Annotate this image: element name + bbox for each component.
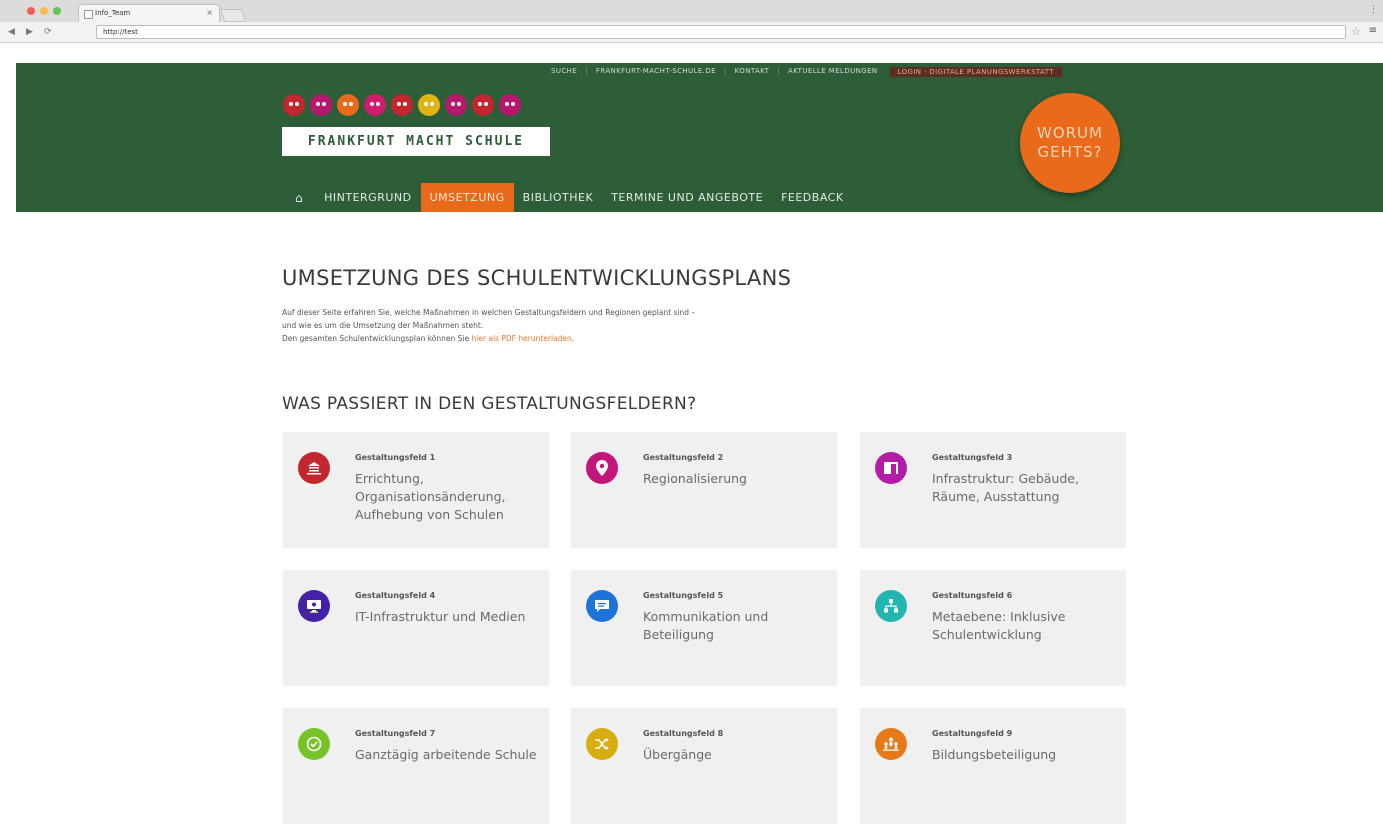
- school-building-icon: [298, 452, 330, 484]
- intro-line: und wie es um die Umsetzung der Maßnahme…: [282, 321, 484, 330]
- field-kicker: Gestaltungsfeld 9: [932, 729, 1013, 738]
- mascot-row: [283, 94, 521, 116]
- field-kicker: Gestaltungsfeld 2: [643, 453, 724, 462]
- nav-home[interactable]: ⌂: [283, 183, 315, 212]
- field-card[interactable]: Gestaltungsfeld 9 Bildungsbeteiligung: [860, 708, 1126, 824]
- section-title: WAS PASSIERT IN DEN GESTALTUNGSFELDERN?: [282, 394, 697, 414]
- top-navigation: SUCHE | FRANKFURT-MACHT-SCHULE.DE | KONT…: [551, 67, 1062, 77]
- close-tab-icon[interactable]: ×: [206, 8, 213, 17]
- map-pin-icon: [586, 452, 618, 484]
- field-card[interactable]: Gestaltungsfeld 4 IT-Infrastruktur und M…: [283, 570, 549, 686]
- page-title: UMSETZUNG DES SCHULENTWICKLUNGSPLANS: [282, 266, 792, 290]
- reload-icon[interactable]: ⟳: [44, 27, 52, 37]
- nav-hintergrund[interactable]: HINTERGRUND: [315, 183, 420, 212]
- nav-bibliothek[interactable]: BIBLIOTHEK: [514, 183, 603, 212]
- mascot-icon: [391, 94, 413, 116]
- browser-tab-bar: Info_Team × ⋮: [0, 0, 1383, 23]
- field-card[interactable]: Gestaltungsfeld 8 Übergänge: [571, 708, 837, 824]
- browser-menu-icon[interactable]: ≡: [1369, 25, 1377, 36]
- field-title: Bildungsbeteiligung: [932, 747, 1057, 762]
- page-icon: [84, 10, 93, 19]
- site-header: SUCHE | FRANKFURT-MACHT-SCHULE.DE | KONT…: [16, 63, 1383, 212]
- intro-line: Den gesamten Schulentwicklungsplan könne…: [282, 332, 842, 345]
- mascot-icon: [310, 94, 332, 116]
- field-card[interactable]: Gestaltungsfeld 6 Metaebene: Inklusive S…: [860, 570, 1126, 686]
- field-kicker: Gestaltungsfeld 8: [643, 729, 724, 738]
- mascot-icon: [364, 94, 386, 116]
- address-bar[interactable]: http://test: [96, 25, 1346, 39]
- mascot-icon: [418, 94, 440, 116]
- topnav-search[interactable]: SUCHE: [551, 67, 577, 77]
- site-logo[interactable]: FRANKFURT MACHT SCHULE: [282, 127, 550, 156]
- minimize-window-button[interactable]: [40, 7, 48, 15]
- intro-suffix: .: [571, 334, 575, 343]
- topnav-site[interactable]: FRANKFURT-MACHT-SCHULE.DE: [596, 67, 716, 77]
- nav-feedback[interactable]: FEEDBACK: [772, 183, 852, 212]
- browser-tab[interactable]: Info_Team ×: [78, 4, 220, 22]
- window-controls: [27, 7, 61, 15]
- window-resize-icon[interactable]: ⋮: [1369, 5, 1378, 15]
- hierarchy-icon: [875, 590, 907, 622]
- topnav-separator: |: [777, 67, 781, 75]
- door-icon: [875, 452, 907, 484]
- main-navigation: ⌂ HINTERGRUND UMSETZUNG BIBLIOTHEK TERMI…: [283, 183, 853, 212]
- warum-line2: GEHTS?: [1037, 143, 1103, 161]
- intro-prefix: Den gesamten Schulentwicklungsplan könne…: [282, 334, 472, 343]
- mascot-icon: [445, 94, 467, 116]
- browser-toolbar: ◀ ▶ ⟳ http://test ☆ ≡: [0, 22, 1383, 43]
- warum-line1: WORUM: [1037, 124, 1103, 142]
- warum-gehts-badge[interactable]: WORUM GEHTS?: [1020, 93, 1120, 193]
- mascot-icon: [337, 94, 359, 116]
- field-kicker: Gestaltungsfeld 1: [355, 453, 436, 462]
- topnav-contact[interactable]: KONTAKT: [735, 67, 770, 77]
- field-kicker: Gestaltungsfeld 6: [932, 591, 1013, 600]
- people-icon: [875, 728, 907, 760]
- field-kicker: Gestaltungsfeld 5: [643, 591, 724, 600]
- field-card[interactable]: Gestaltungsfeld 5 Kommunikation und Bete…: [571, 570, 837, 686]
- mascot-icon: [499, 94, 521, 116]
- clock-icon: [298, 728, 330, 760]
- field-title: Kommunikation und Beteiligung: [643, 609, 769, 642]
- browser-tab-title: Info_Team: [95, 9, 131, 17]
- topnav-news[interactable]: AKTUELLE MELDUNGEN: [788, 67, 878, 77]
- mascot-icon: [472, 94, 494, 116]
- field-title: Regionalisierung: [643, 471, 747, 486]
- field-title: Metaebene: Inklusive Schulentwicklung: [932, 609, 1066, 642]
- back-icon[interactable]: ◀: [8, 27, 15, 37]
- field-title: Errichtung, Organisationsänderung, Aufhe…: [355, 471, 506, 522]
- intro-text: Auf dieser Seite erfahren Sie, welche Ma…: [282, 306, 842, 345]
- field-title: IT-Infrastruktur und Medien: [355, 609, 526, 624]
- field-kicker: Gestaltungsfeld 7: [355, 729, 436, 738]
- monitor-icon: [298, 590, 330, 622]
- nav-umsetzung[interactable]: UMSETZUNG: [420, 183, 514, 212]
- field-kicker: Gestaltungsfeld 4: [355, 591, 436, 600]
- field-title: Infrastruktur: Gebäude, Räume, Ausstattu…: [932, 471, 1079, 504]
- url-text: http://test: [103, 28, 138, 36]
- field-title: Ganztägig arbeitende Schule: [355, 747, 537, 762]
- field-title: Übergänge: [643, 747, 712, 762]
- zoom-window-button[interactable]: [53, 7, 61, 15]
- field-card[interactable]: Gestaltungsfeld 3 Infrastruktur: Gebäude…: [860, 432, 1126, 548]
- field-card[interactable]: Gestaltungsfeld 2 Regionalisierung: [571, 432, 837, 548]
- field-kicker: Gestaltungsfeld 3: [932, 453, 1013, 462]
- topnav-login[interactable]: LOGIN · DIGITALE PLANUNGSWERKSTATT: [889, 67, 1062, 77]
- forward-icon[interactable]: ▶: [26, 27, 33, 37]
- home-icon: ⌂: [295, 190, 304, 205]
- field-card[interactable]: Gestaltungsfeld 7 Ganztägig arbeitende S…: [283, 708, 549, 824]
- bookmark-star-icon[interactable]: ☆: [1351, 25, 1361, 38]
- field-card[interactable]: Gestaltungsfeld 1 Errichtung, Organisati…: [283, 432, 549, 548]
- new-tab-button[interactable]: [219, 9, 247, 22]
- nav-termine[interactable]: TERMINE UND ANGEBOTE: [602, 183, 772, 212]
- intro-line: Auf dieser Seite erfahren Sie, welche Ma…: [282, 308, 696, 317]
- chat-icon: [586, 590, 618, 622]
- pdf-download-link[interactable]: hier als PDF herunterladen: [471, 334, 571, 343]
- mascot-icon: [283, 94, 305, 116]
- close-window-button[interactable]: [27, 7, 35, 15]
- shuffle-icon: [586, 728, 618, 760]
- topnav-separator: |: [585, 67, 588, 75]
- topnav-separator: |: [723, 67, 727, 75]
